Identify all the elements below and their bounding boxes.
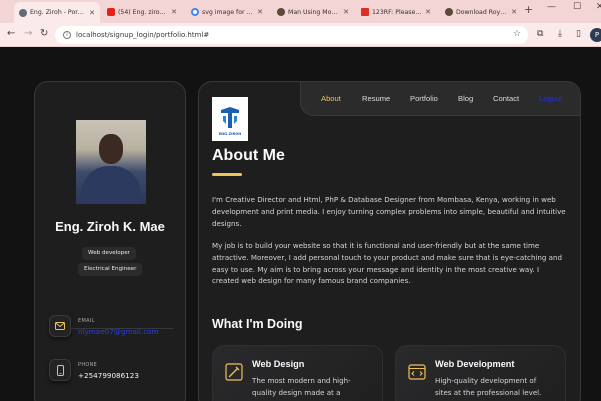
service-title: Web Design	[252, 359, 305, 369]
profile-sidebar: Eng. Ziroh K. Mae Web developer Electric…	[34, 81, 186, 401]
site-favicon	[277, 8, 285, 16]
tab-title: Download Royalty Fr	[456, 8, 509, 16]
minimize-icon[interactable]: —	[547, 2, 556, 12]
nav-link-contact[interactable]: Contact	[493, 94, 519, 103]
site-info-icon[interactable]: i	[63, 31, 71, 39]
back-arrow-icon[interactable]: ←	[7, 28, 15, 39]
youtube-icon	[107, 8, 115, 16]
main-panel: About Resume Portfolio Blog Contact Logo…	[198, 81, 581, 401]
brand-logo: ENG.ZIROH	[212, 97, 248, 141]
google-icon	[191, 8, 199, 16]
page-title: About Me	[212, 147, 285, 164]
tab-title: (54) Eng. ziroh mae -	[118, 8, 168, 16]
browser-tab-google[interactable]: svg image for phone - ✕	[186, 3, 268, 21]
nav-link-logout[interactable]: Logout	[539, 94, 562, 103]
portfolio-favicon	[19, 8, 27, 17]
new-tab-icon[interactable]: +	[524, 3, 533, 16]
nav-link-portfolio[interactable]: Portfolio	[410, 94, 438, 103]
close-icon[interactable]: ✕	[425, 8, 431, 16]
browser-tab-bar: Eng. Ziroh - Portfolio ✕ (54) Eng. ziroh…	[0, 0, 601, 23]
close-icon[interactable]: ✕	[171, 8, 177, 16]
design-icon	[225, 363, 243, 385]
top-navbar: About Resume Portfolio Blog Contact Logo…	[300, 82, 580, 116]
tab-title: Eng. Ziroh - Portfolio	[30, 9, 87, 16]
service-text: The most modern and high-quality design …	[252, 376, 351, 397]
extensions-icon[interactable]: ⧉	[537, 29, 543, 39]
bookmark-star-icon[interactable]: ☆	[513, 29, 521, 39]
role-badge: Electrical Engineer	[78, 263, 143, 276]
browser-tab-download[interactable]: Download Royalty Fr ✕	[440, 3, 522, 21]
nav-link-resume[interactable]: Resume	[362, 94, 390, 103]
profile-name: Eng. Ziroh K. Mae	[55, 219, 165, 234]
portfolio-page: Eng. Ziroh K. Mae Web developer Electric…	[0, 48, 601, 401]
role-badge: Web developer	[82, 247, 136, 260]
service-text: High-quality development of sites at the…	[435, 376, 542, 397]
close-icon[interactable]: ✕	[511, 8, 517, 16]
browser-tab-portfolio[interactable]: Eng. Ziroh - Portfolio ✕	[14, 2, 100, 23]
profile-avatar[interactable]: P	[590, 28, 601, 42]
browser-toolbar: ← → ↻ i localhost/signup_login/portfolio…	[0, 23, 601, 47]
about-paragraph: My job is to build your website so that …	[212, 241, 563, 286]
contact-title-email: EMAIL	[78, 318, 95, 324]
browser-tab-mobile[interactable]: Man Using Mobile Ph ✕	[272, 3, 354, 21]
gmail-icon	[361, 8, 369, 16]
code-icon	[408, 363, 426, 385]
maximize-icon[interactable]: ☐	[573, 2, 581, 12]
browser-tab-gmail[interactable]: 123RF: Please verify - ✕	[356, 3, 436, 21]
phone-number[interactable]: +254799086123	[78, 371, 139, 380]
service-title: Web Development	[435, 359, 515, 369]
nav-link-blog[interactable]: Blog	[458, 94, 473, 103]
tab-title: svg image for phone -	[202, 8, 255, 16]
address-bar[interactable]: i localhost/signup_login/portfolio.html#…	[55, 26, 528, 44]
close-icon[interactable]: ✕	[257, 8, 263, 16]
phone-icon	[49, 359, 71, 381]
side-panel-icon[interactable]: ▯	[576, 29, 581, 39]
close-window-icon[interactable]: ✕	[596, 2, 601, 12]
contact-title-phone: PHONE	[78, 362, 98, 368]
reload-icon[interactable]: ↻	[40, 28, 48, 39]
browser-tab-youtube[interactable]: (54) Eng. ziroh mae - ✕	[102, 3, 182, 21]
profile-photo	[76, 120, 146, 204]
section-title-doing: What I'm Doing	[212, 317, 303, 331]
close-icon[interactable]: ✕	[89, 9, 95, 17]
service-card-web-development: Web Development High-quality development…	[395, 345, 566, 401]
service-card-web-design: Web Design The most modern and high-qual…	[212, 345, 383, 401]
mail-icon	[49, 315, 71, 337]
tab-title: Man Using Mobile Ph	[288, 8, 340, 16]
url-text[interactable]: localhost/signup_login/portfolio.html#	[76, 31, 209, 39]
forward-arrow-icon[interactable]: →	[24, 28, 32, 39]
title-underline	[212, 173, 242, 176]
nav-link-about[interactable]: About	[321, 94, 341, 103]
tab-title: 123RF: Please verify -	[372, 8, 422, 16]
download-icon[interactable]: ⤓	[558, 29, 562, 39]
email-link[interactable]: nlymae07@gmail.com	[78, 327, 159, 336]
about-paragraph: I'm Creative Director and Html, PhP & Da…	[212, 195, 566, 228]
logo-text: ENG.ZIROH	[218, 132, 242, 136]
site-favicon	[445, 8, 453, 16]
close-icon[interactable]: ✕	[343, 8, 349, 16]
